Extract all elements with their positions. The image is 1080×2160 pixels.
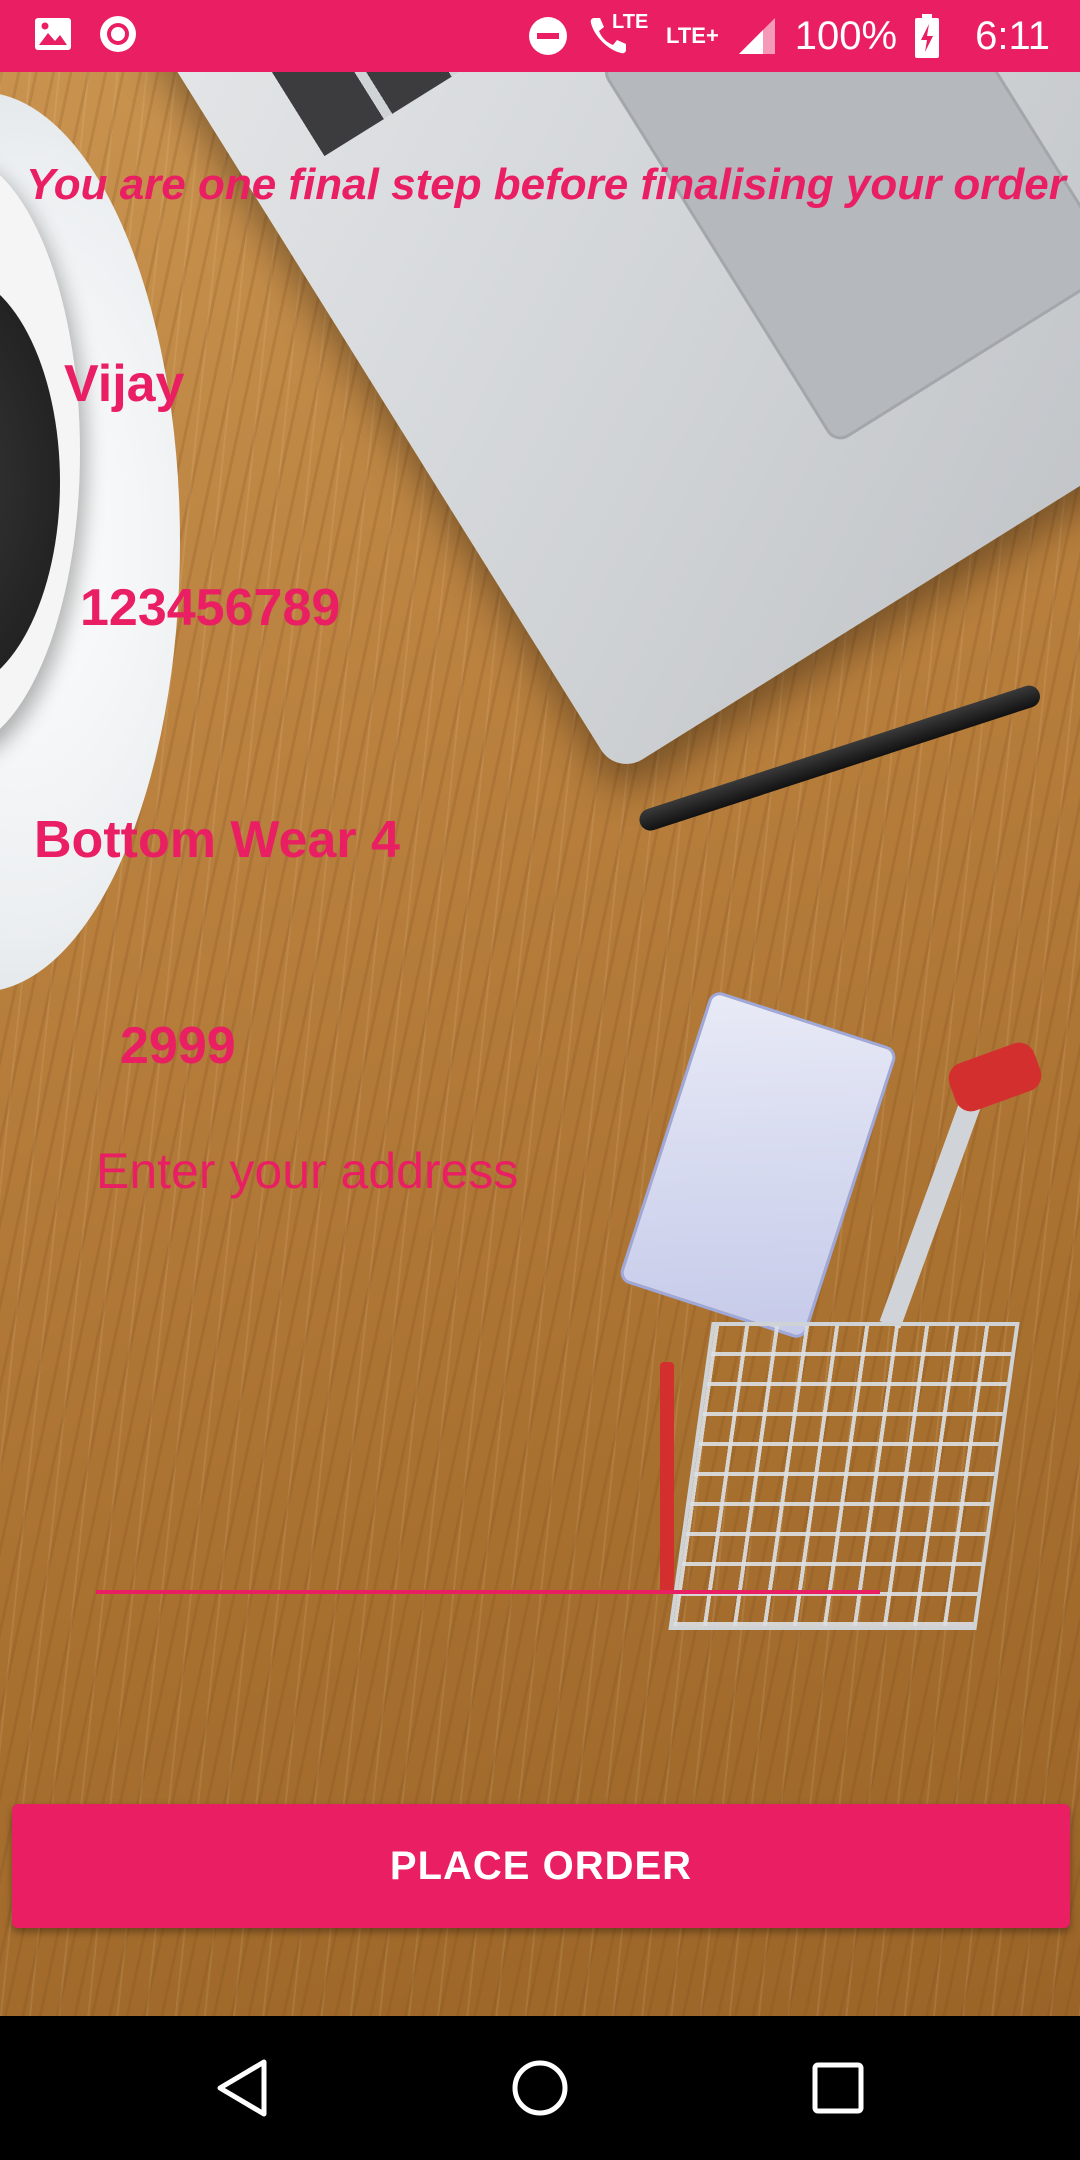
- trackpad-image: [598, 72, 1080, 446]
- image-icon: [34, 17, 72, 51]
- signal-icon: [737, 16, 777, 56]
- product-name: Bottom Wear 4: [34, 811, 400, 869]
- navigation-bar: [0, 2016, 1080, 2160]
- recents-icon[interactable]: [802, 2052, 874, 2124]
- lte-icon: LTE: [612, 11, 649, 33]
- record-icon: [98, 14, 138, 54]
- page-headline: You are one final step before finalising…: [26, 160, 1066, 209]
- home-icon[interactable]: [504, 2052, 576, 2124]
- back-icon[interactable]: [206, 2052, 278, 2124]
- do-not-disturb-icon: [528, 16, 568, 56]
- customer-phone: 123456789: [80, 579, 341, 637]
- address-input[interactable]: [96, 1134, 880, 1594]
- battery-percent: 100%: [794, 13, 898, 58]
- customer-name: Vijay: [64, 355, 185, 413]
- clock: 6:11: [975, 13, 1050, 58]
- place-order-button[interactable]: PLACE ORDER: [12, 1804, 1070, 1928]
- battery-charging-icon: [915, 14, 940, 58]
- wifi-call-icon: LTE: [586, 12, 648, 58]
- lte-plus-icon: LTE+: [666, 23, 719, 48]
- status-bar: LTE LTE+ 100% 6:11: [0, 0, 1080, 72]
- product-price: 2999: [120, 1017, 236, 1075]
